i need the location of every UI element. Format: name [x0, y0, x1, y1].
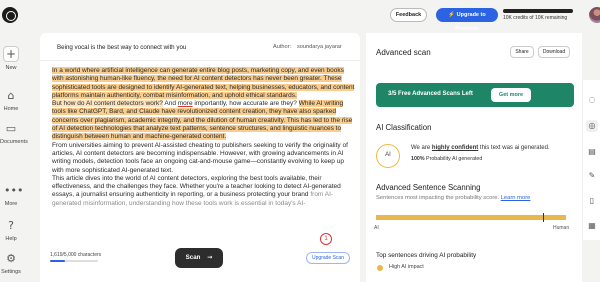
folder-icon: ▭: [5, 122, 17, 135]
advanced-scan-icon[interactable]: ◎: [586, 120, 598, 132]
sentence-scanning-title: Advanced Sentence Scanning: [376, 183, 481, 192]
arrow-right-icon: →: [207, 254, 213, 261]
nav-item-help[interactable]: ? Help: [0, 219, 22, 242]
nav-more-label: More: [4, 201, 18, 207]
impact-dot-icon: [377, 265, 383, 271]
top-bar: Feedback ⚡ Upgrade to Premium 10K credit…: [22, 0, 600, 33]
new-label: New: [5, 65, 17, 71]
nav-home-label: Home: [3, 106, 19, 112]
probability-scale-fill: [376, 215, 566, 220]
cls-text: this text was ai generated.: [478, 145, 550, 151]
help-icon: ?: [8, 219, 14, 232]
gear-icon: ⚙: [6, 252, 16, 265]
new-button[interactable]: + New: [0, 46, 22, 71]
sentence-scanning-subtitle: Sentences most impacting the probability…: [376, 195, 530, 201]
cls-text: We are: [411, 145, 432, 151]
ai-badge: AI: [376, 144, 400, 168]
probability-scale: [376, 215, 566, 220]
home-icon: ⌂: [7, 89, 15, 102]
probability-label: Probability AI generated: [424, 156, 483, 162]
impact-legend: High AI impact: [389, 264, 424, 270]
editor-panel: Being vocal is the best way to connect w…: [40, 33, 360, 282]
scan-button[interactable]: Scan →: [175, 248, 223, 268]
nav-settings-label: Settings: [1, 269, 21, 275]
avatar[interactable]: [589, 7, 600, 23]
panel-title: Advanced scan: [376, 48, 431, 57]
probability-value: 100%: [411, 156, 425, 162]
nav-help-label: Help: [5, 236, 17, 242]
upgrade-premium-button[interactable]: ⚡ Upgrade to Premium: [436, 8, 498, 32]
nav-documents-label: Documents: [0, 139, 28, 145]
promo-text: 3/5 Free Advanced Scans Left: [388, 91, 473, 97]
nav-item-home[interactable]: ⌂ Home: [0, 89, 22, 112]
results-panel: Advanced scan Share Download 3/5 Free Ad…: [366, 33, 582, 282]
gptzero-logo-icon[interactable]: [2, 7, 18, 23]
character-progress-bar: [50, 260, 98, 262]
document-title[interactable]: Being vocal is the best way to connect w…: [57, 44, 186, 51]
get-more-button[interactable]: Get more: [491, 88, 531, 102]
flagged-word[interactable]: more: [178, 100, 193, 107]
download-button[interactable]: Download: [538, 46, 570, 58]
scale-right-label: Human: [553, 225, 570, 231]
nav-item-settings[interactable]: ⚙ Settings: [0, 252, 22, 275]
tool-rail: ◌ ◎ ▤ ✎ ▯ ▦: [582, 80, 600, 240]
plain-text: importantly, how accurate are they?: [192, 100, 299, 108]
nav-item-more[interactable]: ••• More: [0, 184, 24, 207]
compare-icon[interactable]: ▤: [586, 146, 598, 158]
highlighted-sentence[interactable]: In a world where artificial intelligence…: [52, 67, 355, 99]
credits-text: 10K credits of 10K remaining: [503, 15, 568, 21]
share-button[interactable]: Share: [510, 46, 534, 58]
scan-ring-icon[interactable]: ◌: [586, 94, 598, 106]
feedback-button[interactable]: Feedback: [390, 8, 427, 22]
highlighted-sentence[interactable]: But how do AI content detectors work?: [52, 100, 163, 108]
plain-text: And: [162, 100, 178, 108]
classification-title: AI Classification: [376, 123, 432, 132]
confidence-link[interactable]: highly confident: [432, 145, 478, 151]
plus-icon: +: [3, 46, 19, 62]
upgrade-scan-button[interactable]: Upgrade Scan: [306, 252, 350, 264]
probability-marker: [543, 213, 544, 222]
editor-divider: [40, 60, 360, 61]
more-dots-icon: •••: [4, 184, 24, 197]
author-label: Author:: [273, 44, 292, 50]
classification-text: We are highly confident this text was ai…: [411, 145, 550, 151]
credits-progress-bar: [503, 9, 573, 13]
scale-left-label: AI: [374, 225, 379, 231]
report-icon[interactable]: ▦: [586, 220, 598, 232]
scan-label: Scan: [185, 254, 201, 261]
character-progress-fill: [50, 260, 66, 262]
document-body[interactable]: In a world where artificial intelligence…: [52, 67, 356, 208]
edit-icon[interactable]: ✎: [586, 170, 598, 182]
plain-paragraph: This article dives into the world of AI …: [52, 174, 341, 199]
warning-badge[interactable]: 1: [320, 233, 332, 245]
learn-more-link[interactable]: Learn more: [501, 195, 531, 201]
plain-paragraph: From universities aiming to prevent AI-a…: [52, 141, 348, 174]
character-count: 1,619/5,000 characters: [50, 252, 102, 258]
nav-item-documents[interactable]: ▭ Documents: [0, 122, 28, 145]
top-sentences-title: Top sentences driving AI probability: [376, 252, 477, 259]
document-icon[interactable]: ▯: [586, 195, 598, 207]
promo-banner: 3/5 Free Advanced Scans Left Get more: [376, 83, 574, 107]
left-nav: + New ⌂ Home ▭ Documents ••• More ? Help…: [0, 0, 28, 282]
subtitle-text: Sentences most impacting the probability…: [376, 195, 501, 201]
probability-text: 100% Probability AI generated: [411, 156, 482, 162]
author-field[interactable]: soundarya jayarar: [297, 44, 342, 50]
